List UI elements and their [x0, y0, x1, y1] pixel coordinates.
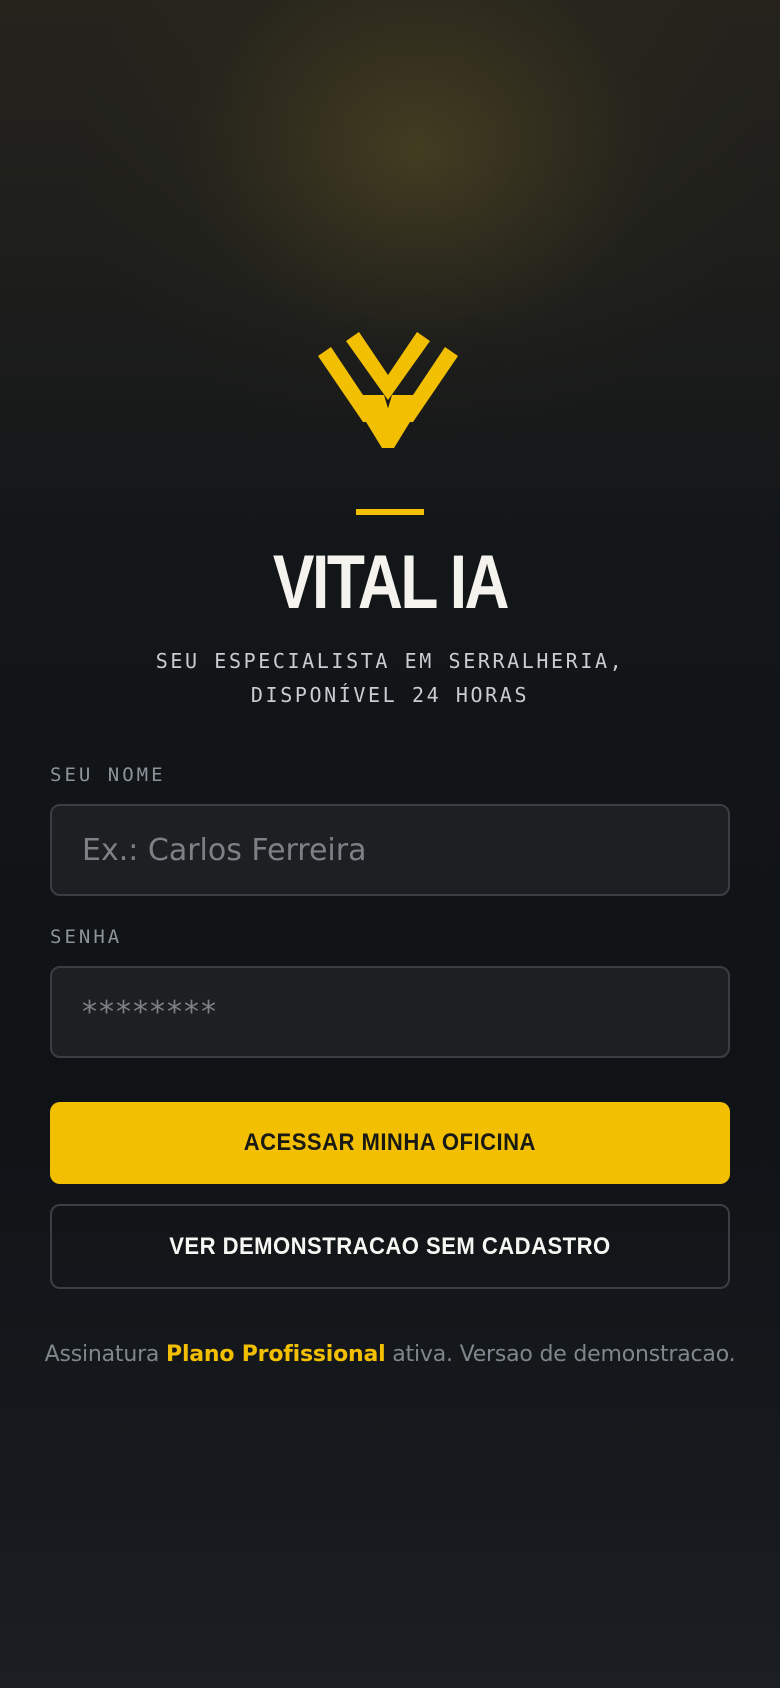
tagline: SEU ESPECIALISTA EM SERRALHERIA, DISPONÍ… [0, 644, 780, 712]
subscription-prefix: Assinatura [44, 1342, 167, 1367]
password-label: SENHA [50, 926, 123, 948]
name-label: SEU NOME [50, 764, 166, 786]
access-workshop-button[interactable]: ACESSAR MINHA OFICINA [50, 1102, 730, 1184]
tagline-line-2: DISPONÍVEL 24 HORAS [250, 683, 530, 707]
subscription-suffix: ativa. Versao de demonstracao. [385, 1342, 736, 1367]
access-workshop-button-label: ACESSAR MINHA OFICINA [243, 1129, 537, 1156]
accent-divider [356, 509, 424, 515]
name-input[interactable] [50, 804, 730, 896]
password-input[interactable] [50, 966, 730, 1058]
plan-name: Plano Profissional [166, 1342, 386, 1367]
view-demo-button[interactable]: VER DEMONSTRACAO SEM CADASTRO [50, 1204, 730, 1289]
app-title: VITAL IA [272, 540, 510, 625]
tagline-line-1: SEU ESPECIALISTA EM SERRALHERIA, [155, 649, 625, 673]
subscription-status: Assinatura Plano Profissional ativa. Ver… [0, 1342, 780, 1367]
view-demo-button-label: VER DEMONSTRACAO SEM CADASTRO [169, 1233, 611, 1260]
vital-ia-logo-icon [318, 332, 458, 448]
